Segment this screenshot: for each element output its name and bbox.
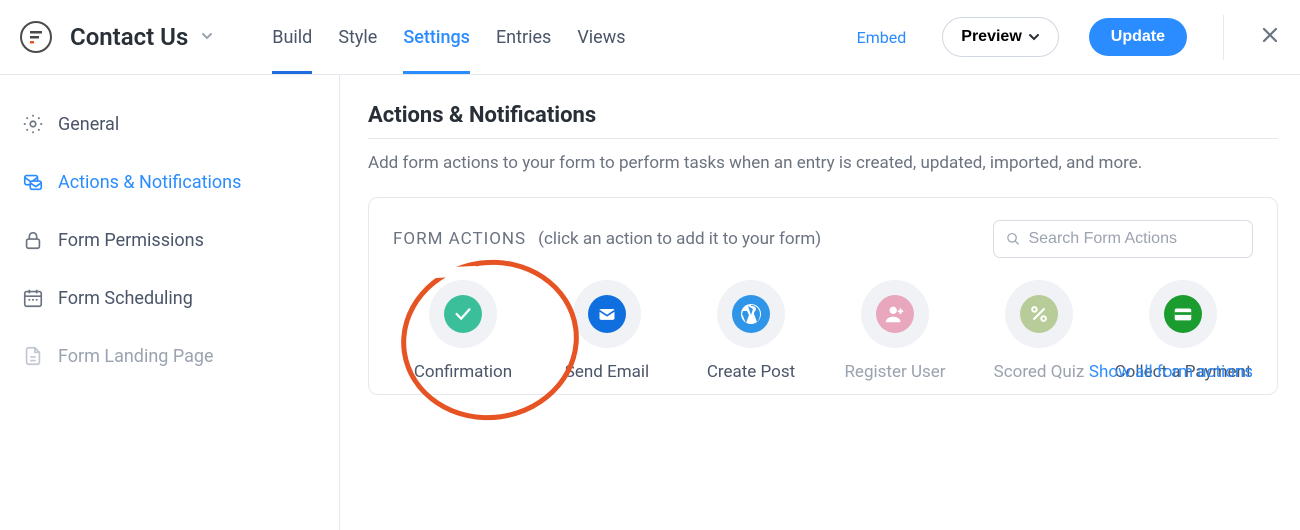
tab-settings[interactable]: Settings xyxy=(403,0,470,74)
tab-entries[interactable]: Entries xyxy=(496,0,551,74)
preview-button[interactable]: Preview xyxy=(942,17,1058,57)
embed-link[interactable]: Embed xyxy=(857,28,907,47)
action-label: Register User xyxy=(844,362,945,382)
app-logo xyxy=(20,21,52,53)
check-icon xyxy=(452,303,474,325)
sidebar-label: Actions & Notifications xyxy=(58,172,241,193)
action-label: Create Post xyxy=(707,362,795,382)
tab-views[interactable]: Views xyxy=(577,0,625,74)
wordpress-icon xyxy=(739,302,763,326)
chevron-down-icon xyxy=(200,28,214,47)
show-all-link[interactable]: Show all form actions xyxy=(1089,362,1253,382)
form-title: Contact Us xyxy=(70,23,188,51)
lock-icon xyxy=(22,229,44,251)
form-title-wrap[interactable]: Contact Us xyxy=(70,23,214,51)
calendar-icon xyxy=(22,287,44,309)
action-label: Scored Quiz xyxy=(994,362,1085,382)
sidebar-item-permissions[interactable]: Form Permissions xyxy=(0,211,339,269)
action-circle xyxy=(573,280,641,348)
sidebar-item-landing[interactable]: Form Landing Page xyxy=(0,327,339,385)
user-plus-icon xyxy=(884,303,906,325)
settings-sidebar: General Actions & Notifications Form Per… xyxy=(0,75,340,530)
page-icon xyxy=(22,345,44,367)
gear-icon xyxy=(22,113,44,135)
action-send-email[interactable]: Send Email xyxy=(537,280,677,382)
divider xyxy=(368,138,1278,139)
action-label: Send Email xyxy=(565,362,649,382)
chevron-down-icon xyxy=(1028,31,1040,43)
preview-label: Preview xyxy=(961,28,1021,46)
sidebar-label: Form Permissions xyxy=(58,230,204,251)
actions-icon xyxy=(22,171,44,193)
search-input[interactable] xyxy=(1028,230,1240,248)
page-title: Actions & Notifications xyxy=(368,103,1300,128)
search-actions[interactable] xyxy=(993,220,1253,258)
sidebar-label: Form Scheduling xyxy=(58,288,193,309)
sidebar-item-actions[interactable]: Actions & Notifications xyxy=(0,153,339,211)
main-content: Actions & Notifications Add form actions… xyxy=(340,75,1300,530)
action-circle xyxy=(1005,280,1073,348)
credit-card-icon xyxy=(1172,303,1194,325)
tab-style[interactable]: Style xyxy=(338,0,377,74)
action-circle xyxy=(717,280,785,348)
sidebar-item-general[interactable]: General xyxy=(0,95,339,153)
mail-icon xyxy=(597,304,617,324)
panel-hint: (click an action to add it to your form) xyxy=(538,229,821,249)
action-circle xyxy=(429,280,497,348)
update-button[interactable]: Update xyxy=(1089,18,1187,56)
panel-header: FORM ACTIONS (click an action to add it … xyxy=(393,220,1253,258)
percent-icon xyxy=(1028,303,1050,325)
divider xyxy=(1223,15,1224,60)
sidebar-label: Form Landing Page xyxy=(58,346,214,367)
action-create-post[interactable]: Create Post xyxy=(681,280,821,382)
action-register-user[interactable]: Register User xyxy=(825,280,965,382)
sidebar-label: General xyxy=(58,114,119,135)
panel-title: FORM ACTIONS xyxy=(393,229,526,249)
action-label: Confirmation xyxy=(414,362,512,382)
main-tabs: Build Style Settings Entries Views xyxy=(272,0,838,74)
action-circle xyxy=(861,280,929,348)
sidebar-item-scheduling[interactable]: Form Scheduling xyxy=(0,269,339,327)
page-description: Add form actions to your form to perform… xyxy=(368,153,1300,173)
form-actions-panel: FORM ACTIONS (click an action to add it … xyxy=(368,197,1278,395)
search-icon xyxy=(1006,231,1020,247)
close-icon[interactable] xyxy=(1260,25,1280,49)
action-circle xyxy=(1149,280,1217,348)
tab-build[interactable]: Build xyxy=(272,0,312,74)
action-confirmation[interactable]: Confirmation xyxy=(393,280,533,382)
header-bar: Contact Us Build Style Settings Entries … xyxy=(0,0,1300,75)
